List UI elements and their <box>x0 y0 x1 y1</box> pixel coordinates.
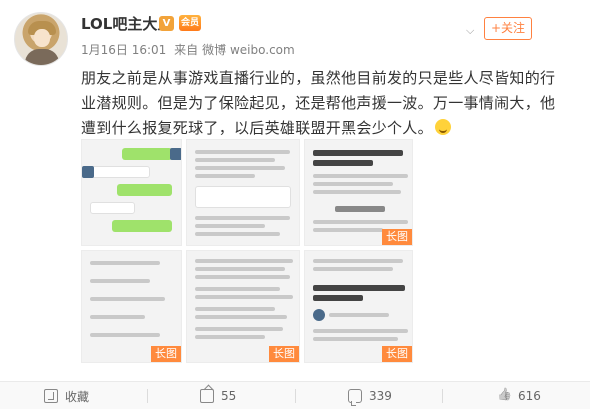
divider <box>295 389 296 403</box>
thumbs-up-icon <box>497 389 511 403</box>
laughing-emoji-icon <box>434 119 451 135</box>
comment-count: 339 <box>369 389 392 403</box>
long-image-tag: 长图 <box>382 346 412 362</box>
share-icon <box>200 389 214 403</box>
follow-button[interactable]: +关注 <box>484 17 532 40</box>
comment-button[interactable]: 339 <box>348 382 392 409</box>
member-icon[interactable]: 会员 <box>179 15 201 31</box>
post-image-3[interactable]: 长图 <box>304 139 413 246</box>
share-button[interactable]: 55 <box>200 382 236 409</box>
divider <box>147 389 148 403</box>
post-image-5[interactable]: 长图 <box>186 250 300 363</box>
avatar-body <box>25 49 59 65</box>
share-count: 55 <box>221 389 237 403</box>
post-timestamp[interactable]: 1月16日 16:01 <box>81 43 166 57</box>
post-image-6[interactable]: 长图 <box>304 250 413 363</box>
avatar-face <box>34 29 50 47</box>
divider <box>442 389 443 403</box>
action-bar: 收藏 55 339 616 <box>0 381 590 409</box>
favorite-button[interactable]: 收藏 <box>44 382 89 409</box>
comment-icon <box>348 389 362 406</box>
like-button[interactable]: 616 <box>497 382 541 409</box>
favorite-label: 收藏 <box>65 389 90 404</box>
post-source[interactable]: 微博 weibo.com <box>202 43 295 57</box>
chevron-down-icon[interactable]: ⌵ <box>466 25 478 37</box>
post-text: 朋友之前是从事游戏直播行业的，虽然他目前发的只是些人尽皆知的行业潜规则。但是为了… <box>81 66 566 141</box>
post-image-4[interactable]: 长图 <box>81 250 182 363</box>
post-body: 朋友之前是从事游戏直播行业的，虽然他目前发的只是些人尽皆知的行业潜规则。但是为了… <box>81 69 556 137</box>
long-image-tag: 长图 <box>382 229 412 245</box>
post-meta: 1月16日 16:01 来自 微博 weibo.com <box>81 41 299 58</box>
post-image-1[interactable] <box>81 139 182 246</box>
source-prefix: 来自 <box>174 43 199 57</box>
post-image-2[interactable] <box>186 139 300 246</box>
avatar[interactable] <box>14 12 68 66</box>
like-count: 616 <box>518 389 541 403</box>
verified-badge-icon[interactable]: V <box>159 16 174 31</box>
long-image-tag: 长图 <box>151 346 181 362</box>
bookmark-icon <box>44 389 58 403</box>
long-image-tag: 长图 <box>269 346 299 362</box>
